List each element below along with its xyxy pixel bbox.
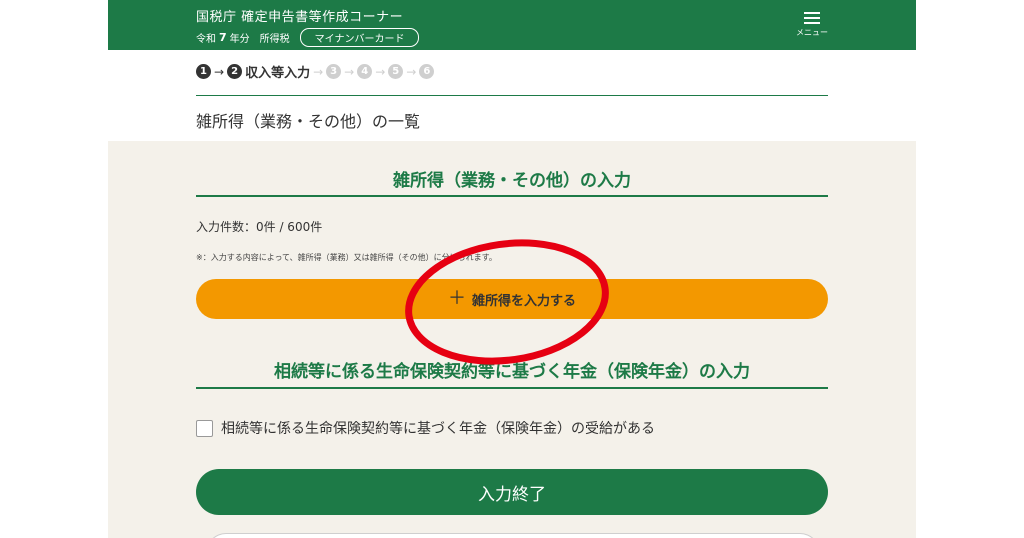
step-4: 4 <box>357 64 373 79</box>
entry-count: 入力件数：0件 / 600件 <box>196 220 323 234</box>
secondary-button-partial[interactable] <box>206 533 820 538</box>
year-suffix: 年分 <box>229 34 250 45</box>
misc-income-note: ※：入力する内容によって、雑所得（業務）又は雑所得（その他）に分けられます。 <box>196 253 497 262</box>
era-label: 令和 <box>196 34 216 45</box>
finish-input-label: 入力終了 <box>478 484 546 505</box>
section-divider <box>196 195 828 197</box>
pension-checkbox-label: 相続等に係る生命保険契約等に基づく年金（保険年金）の受給がある <box>221 421 655 437</box>
add-misc-income-label: 雑所得を入力する <box>471 293 576 309</box>
step-6: 6 <box>419 64 435 79</box>
step-arrow-icon: → <box>406 64 417 79</box>
tax-type: 所得税 <box>259 34 290 45</box>
plus-icon: ＋ <box>447 288 466 309</box>
app-frame: 国税庁 確定申告書等作成コーナー 令和 7 年分 所得税 マイナンバーカード メ… <box>108 0 916 538</box>
step-arrow-icon: → <box>375 64 386 79</box>
finish-input-button[interactable]: 入力終了 <box>196 469 828 515</box>
header-subinfo: 令和 7 年分 所得税 マイナンバーカード <box>196 28 420 47</box>
auth-method-badge: マイナンバーカード <box>299 28 420 47</box>
misc-income-section-title: 雑所得（業務・その他）の入力 <box>393 171 631 191</box>
step-arrow-icon: → <box>344 64 355 79</box>
pension-checkbox[interactable] <box>196 419 213 437</box>
app-title: 国税庁 確定申告書等作成コーナー <box>196 10 404 25</box>
step-arrow-icon: → <box>214 64 225 79</box>
current-step-label: 収入等入力 <box>245 66 311 81</box>
divider <box>196 95 828 96</box>
page-title: 雑所得（業務・その他）の一覧 <box>196 112 421 131</box>
section-divider <box>196 387 828 389</box>
tax-year: 7 <box>219 31 227 44</box>
step-5: 5 <box>388 64 404 79</box>
step-arrow-icon: → <box>313 64 324 79</box>
step-1: 1 <box>196 64 211 79</box>
step-3: 3 <box>326 64 342 79</box>
progress-steps: 1 → 2 収入等入力 → 3 → 4 → 5 → 6 <box>196 62 435 81</box>
hamburger-icon <box>792 12 832 24</box>
menu-button[interactable]: メニュー <box>792 12 832 38</box>
step-2: 2 <box>227 64 243 79</box>
pension-checkbox-row[interactable]: 相続等に係る生命保険契約等に基づく年金（保険年金）の受給がある <box>196 418 655 438</box>
app-header: 国税庁 確定申告書等作成コーナー 令和 7 年分 所得税 マイナンバーカード メ… <box>108 0 916 50</box>
input-panel: 雑所得（業務・その他）の入力 入力件数：0件 / 600件 ※：入力する内容によ… <box>108 141 916 538</box>
pension-section-title: 相続等に係る生命保険契約等に基づく年金（保険年金）の入力 <box>274 362 750 382</box>
add-misc-income-button[interactable]: ＋ 雑所得を入力する <box>196 279 828 319</box>
menu-label: メニュー <box>796 28 828 37</box>
